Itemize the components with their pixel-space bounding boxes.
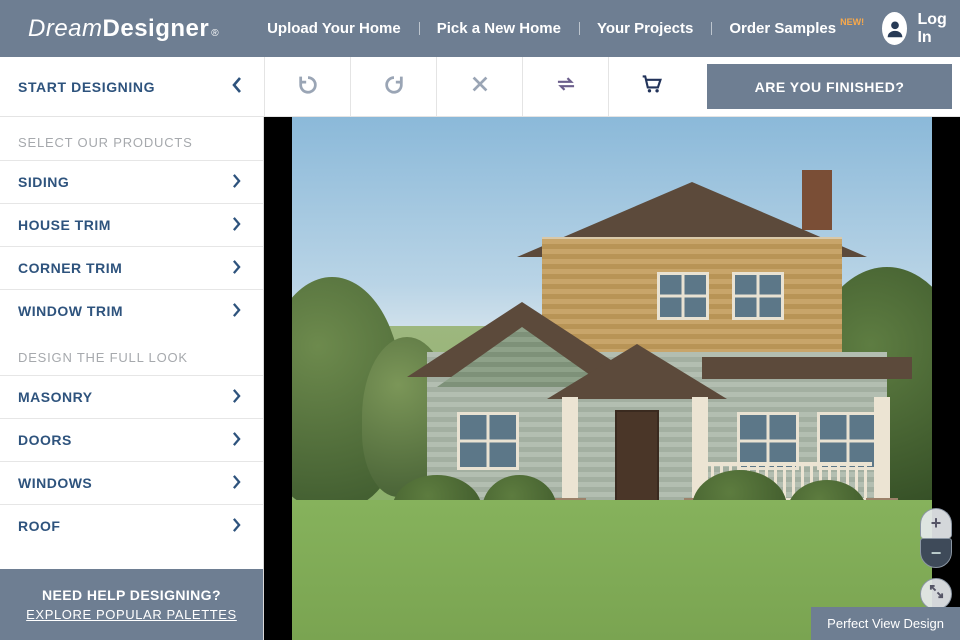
swap-icon — [555, 73, 577, 100]
nav-order-samples[interactable]: Order Samples NEW! — [711, 20, 882, 37]
toolbar: START DESIGNING — [0, 57, 960, 117]
body: SELECT OUR PRODUCTS SIDING HOUSE TRIM CO… — [0, 117, 960, 640]
undo-icon — [297, 73, 319, 100]
main-nav: Upload Your Home Pick a New Home Your Pr… — [249, 20, 882, 37]
window-graphic — [457, 412, 519, 470]
login-label: Log In — [917, 11, 954, 47]
zoom-out-button[interactable]: − — [920, 538, 952, 568]
nav-pick-home[interactable]: Pick a New Home — [419, 20, 579, 37]
tool-buttons — [264, 57, 694, 116]
logo-reg: ® — [211, 28, 219, 39]
login-button[interactable]: Log In — [882, 11, 954, 47]
start-designing-button[interactable]: START DESIGNING — [0, 57, 264, 116]
sidebar-item-corner-trim[interactable]: CORNER TRIM — [0, 246, 263, 289]
help-palettes-link[interactable]: EXPLORE POPULAR PALETTES — [10, 607, 253, 622]
door-graphic — [615, 410, 659, 502]
nav-order-samples-label: Order Samples — [729, 20, 836, 37]
window-graphic — [732, 272, 784, 320]
sidebar: SELECT OUR PRODUCTS SIDING HOUSE TRIM CO… — [0, 117, 264, 640]
roof-band-graphic — [702, 357, 912, 379]
sidebar-item-doors[interactable]: DOORS — [0, 418, 263, 461]
pillar-graphic — [562, 397, 578, 502]
swap-button[interactable] — [522, 57, 608, 116]
house-scene — [292, 117, 932, 640]
sidebar-item-roof[interactable]: ROOF — [0, 504, 263, 547]
finish-button[interactable]: ARE YOU FINISHED? — [707, 64, 952, 109]
chevron-right-icon — [232, 217, 241, 234]
chevron-right-icon — [232, 518, 241, 535]
sidebar-item-windows[interactable]: WINDOWS — [0, 461, 263, 504]
close-button[interactable] — [436, 57, 522, 116]
help-question: NEED HELP DESIGNING? — [10, 587, 253, 603]
sidebar-item-label: SIDING — [18, 174, 69, 190]
logo[interactable]: DreamDesigner® — [28, 15, 219, 43]
zoom-in-button[interactable]: + — [920, 508, 952, 538]
expand-button[interactable] — [920, 578, 952, 610]
sidebar-item-masonry[interactable]: MASONRY — [0, 375, 263, 418]
sidebar-item-label: ROOF — [18, 518, 60, 534]
zoom-controls: + − — [920, 508, 952, 568]
logo-part1: Dream — [28, 15, 103, 43]
chevron-right-icon — [232, 174, 241, 191]
chevron-right-icon — [232, 389, 241, 406]
user-icon — [882, 12, 907, 45]
perfect-view-button[interactable]: Perfect View Design — [811, 607, 960, 640]
section-title-products: SELECT OUR PRODUCTS — [0, 117, 263, 160]
sidebar-item-label: WINDOWS — [18, 475, 92, 491]
chevron-right-icon — [232, 260, 241, 277]
expand-icon — [929, 584, 944, 604]
redo-icon — [383, 73, 405, 100]
main-header: DreamDesigner® Upload Your Home Pick a N… — [0, 0, 960, 57]
section-title-full-look: DESIGN THE FULL LOOK — [0, 332, 263, 375]
undo-button[interactable] — [264, 57, 350, 116]
chimney-graphic — [802, 170, 832, 230]
sidebar-item-label: WINDOW TRIM — [18, 303, 123, 319]
house-graphic — [372, 182, 872, 512]
redo-button[interactable] — [350, 57, 436, 116]
sidebar-item-label: DOORS — [18, 432, 72, 448]
chevron-right-icon — [232, 432, 241, 449]
sidebar-item-label: CORNER TRIM — [18, 260, 122, 276]
start-designing-label: START DESIGNING — [18, 79, 155, 95]
pillar-graphic — [874, 397, 890, 502]
logo-part2: Designer — [103, 15, 210, 43]
close-icon — [469, 73, 491, 100]
chevron-right-icon — [232, 475, 241, 492]
window-graphic — [657, 272, 709, 320]
sidebar-item-house-trim[interactable]: HOUSE TRIM — [0, 203, 263, 246]
cart-button[interactable] — [608, 57, 694, 116]
sidebar-item-siding[interactable]: SIDING — [0, 160, 263, 203]
new-badge: NEW! — [840, 17, 864, 27]
sidebar-item-label: HOUSE TRIM — [18, 217, 111, 233]
cart-icon — [641, 73, 663, 100]
nav-upload-home[interactable]: Upload Your Home — [249, 20, 419, 37]
nav-your-projects[interactable]: Your Projects — [579, 20, 711, 37]
help-box: NEED HELP DESIGNING? EXPLORE POPULAR PAL… — [0, 569, 263, 640]
chevron-right-icon — [232, 303, 241, 320]
design-canvas[interactable]: + − Perfect View Design — [264, 117, 960, 640]
sidebar-item-label: MASONRY — [18, 389, 93, 405]
sidebar-item-window-trim[interactable]: WINDOW TRIM — [0, 289, 263, 332]
chevron-left-icon — [232, 77, 242, 96]
